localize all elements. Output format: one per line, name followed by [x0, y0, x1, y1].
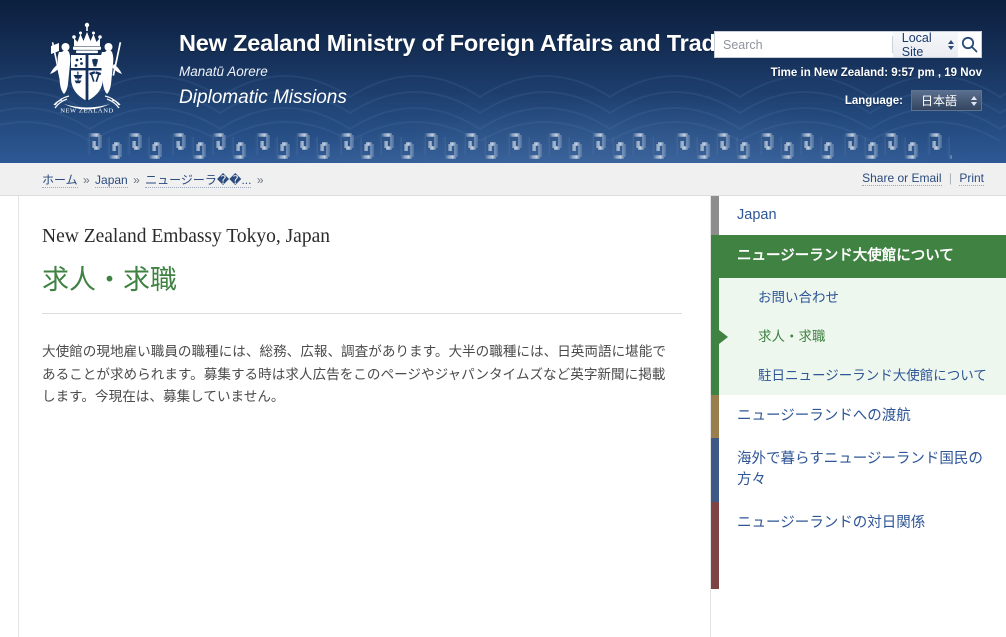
sidebar-item-about-embassy[interactable]: ニュージーランド大使館について: [711, 235, 1006, 278]
sidebar-item-label: ニュージーランド大使館について: [737, 248, 954, 264]
accent-bar: [711, 196, 719, 235]
chevron-updown-icon: [971, 95, 977, 106]
accent-bar: [711, 502, 719, 545]
main-content: New Zealand Embassy Tokyo, Japan 求人・求職 大…: [18, 196, 710, 637]
sidebar-subnav: お問い合わせ 求人・求職 駐日ニュージーランド大使館について: [711, 278, 1006, 395]
breadcrumb-item-embassy[interactable]: ニュージーラ��...: [145, 173, 252, 188]
page-actions: Share or Email | Print: [862, 171, 984, 186]
nz-time-display: Time in New Zealand: 9:57 pm , 19 Nov: [770, 67, 982, 79]
search-button[interactable]: [958, 32, 981, 57]
title-divider: [42, 313, 682, 314]
breadcrumb-separator: »: [82, 173, 90, 187]
breadcrumb-separator-trailing: »: [256, 173, 264, 187]
sidebar-subitem-jobs[interactable]: 求人・求職: [711, 317, 1006, 356]
action-divider: |: [948, 171, 952, 185]
sidebar-subitem-about-tokyo-embassy[interactable]: 駐日ニュージーランド大使館について: [711, 356, 1006, 395]
site-header: NEW ZEALAND New Zealand Ministry of Fore…: [0, 0, 1006, 163]
accent-bar: [711, 545, 719, 589]
sidebar-item-label: ニュージーランドへの渡航: [737, 408, 911, 424]
sidebar-item-label: 海外で暮らすニュージーランド国民の方々: [737, 451, 983, 488]
sidebar-accent-tail: [711, 545, 1006, 589]
share-or-email-link[interactable]: Share or Email: [862, 171, 942, 186]
accent-bar: [711, 235, 719, 278]
breadcrumb: ホーム » Japan » ニュージーラ��... »: [42, 171, 266, 188]
print-link[interactable]: Print: [959, 171, 984, 186]
page-title: 求人・求職: [42, 265, 177, 295]
current-page-arrow-icon: [719, 330, 728, 344]
search-bar: Local Site: [714, 30, 982, 59]
svg-text:NEW ZEALAND: NEW ZEALAND: [60, 108, 114, 115]
search-icon: [961, 36, 978, 53]
language-selector-row: Language: 日本語: [845, 90, 982, 111]
nz-coat-of-arms-logo: NEW ZEALAND: [50, 22, 122, 115]
sidebar-subitem-contact[interactable]: お問い合わせ: [711, 278, 1006, 317]
sidebar-item-label: Japan: [737, 207, 777, 223]
accent-bar: [711, 438, 719, 502]
sidebar-item-travel-to-nz[interactable]: ニュージーランドへの渡航: [711, 395, 1006, 438]
breadcrumb-bar: ホーム » Japan » ニュージーラ��... » Share or Ema…: [0, 163, 1006, 196]
site-title: New Zealand Ministry of Foreign Affairs …: [179, 30, 729, 56]
breadcrumb-item-home[interactable]: ホーム: [42, 173, 78, 188]
embassy-title: New Zealand Embassy Tokyo, Japan: [42, 226, 330, 247]
header-titles: New Zealand Ministry of Foreign Affairs …: [179, 28, 729, 111]
breadcrumb-item-japan[interactable]: Japan: [95, 173, 128, 188]
sidebar-item-nz-japan-relations[interactable]: ニュージーランドの対日関係: [711, 502, 1006, 545]
sidebar-item-nzers-overseas[interactable]: 海外で暮らすニュージーランド国民の方々: [711, 438, 1006, 502]
search-scope-select[interactable]: Local Site: [892, 30, 958, 59]
sidebar-subitem-label: 駐日ニュージーランド大使館について: [758, 368, 987, 383]
accent-bar: [711, 395, 719, 438]
sidebar-item-japan[interactable]: Japan: [711, 196, 1006, 235]
sidebar-navigation: Japan ニュージーランド大使館について お問い合わせ 求人・求職 駐日ニュー…: [710, 196, 1006, 637]
site-subtitle: Diplomatic Missions: [179, 87, 347, 108]
body-paragraph: 大使館の現地雇い職員の職種には、総務、広報、調査があります。大半の職種には、日英…: [42, 344, 666, 404]
language-label: Language:: [844, 94, 903, 107]
site-title-maori: Manatū Aorere: [179, 64, 268, 79]
sidebar-subitem-label: 求人・求職: [758, 329, 826, 344]
page-body: New Zealand Embassy Tokyo, Japan 求人・求職 大…: [0, 196, 1006, 637]
search-scope-label: Local Site: [901, 30, 932, 59]
chevron-updown-icon: [947, 39, 954, 50]
sidebar-subitem-label: お問い合わせ: [758, 290, 839, 305]
sidebar-item-label: ニュージーランドの対日関係: [737, 515, 926, 531]
language-value: 日本語: [920, 94, 957, 108]
search-input[interactable]: [715, 32, 892, 57]
breadcrumb-separator: »: [133, 173, 140, 187]
kowhaiwhai-pattern-band: [0, 133, 1006, 159]
language-select[interactable]: 日本語: [910, 90, 982, 111]
